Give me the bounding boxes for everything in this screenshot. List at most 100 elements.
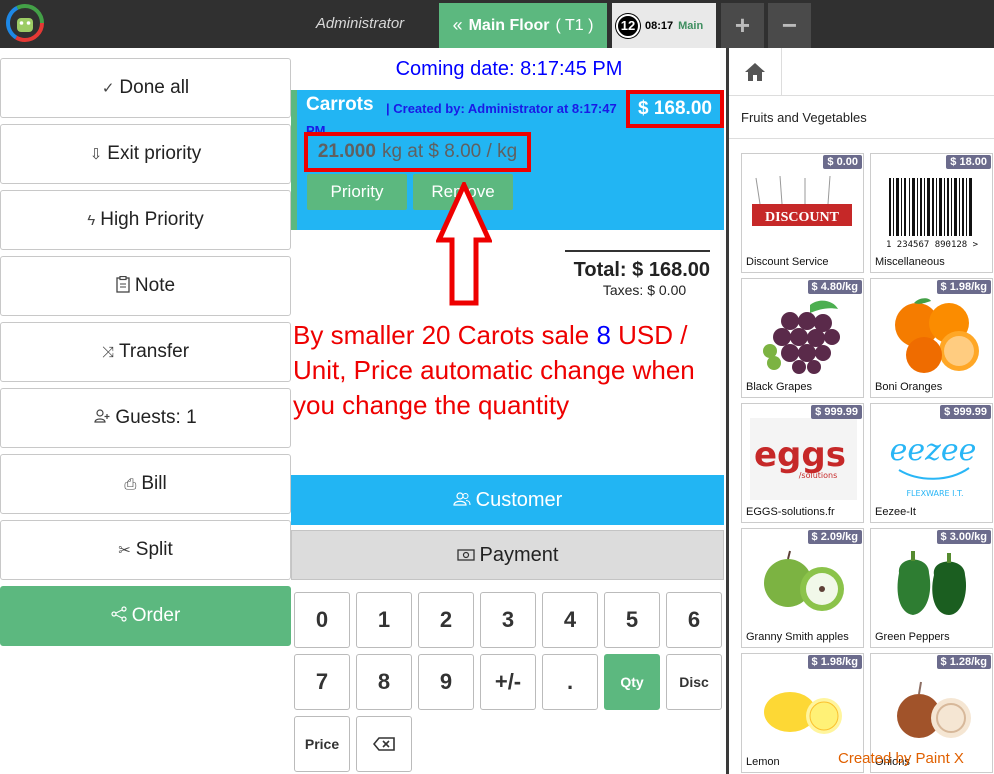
order-tab-label: Main bbox=[678, 19, 704, 32]
done-all-button[interactable]: ✓ Done all bbox=[0, 58, 291, 118]
exit-priority-button[interactable]: ⇩ Exit priority bbox=[0, 124, 291, 184]
printer-icon: ⎙ bbox=[124, 475, 137, 493]
done-all-label: Done all bbox=[119, 77, 190, 98]
eezee-logo-image: eezee FLEXWARE I.T. bbox=[890, 433, 977, 498]
app-logo-icon[interactable] bbox=[6, 4, 44, 42]
product-black-grapes[interactable]: $ 4.80/kg Black Grapes bbox=[741, 278, 864, 398]
home-button[interactable] bbox=[729, 48, 782, 96]
product-name: Lemon bbox=[746, 756, 780, 768]
transfer-button[interactable]: ⤨ Transfer bbox=[0, 322, 291, 382]
key-8[interactable]: 8 bbox=[356, 654, 412, 710]
product-price-tag: $ 999.99 bbox=[811, 405, 862, 419]
guests-label: Guests: 1 bbox=[115, 407, 197, 428]
product-name: Miscellaneous bbox=[875, 256, 945, 268]
product-price-tag: $ 18.00 bbox=[946, 155, 991, 169]
main-floor-tab[interactable]: « Main Floor ( T1 ) bbox=[439, 3, 607, 48]
credit-watermark: Created by Paint X bbox=[838, 750, 964, 767]
order-total: Total: $ 168.00 bbox=[573, 259, 710, 281]
customer-button[interactable]: Customer bbox=[291, 475, 724, 525]
key-1[interactable]: 1 bbox=[356, 592, 412, 648]
key-6[interactable]: 6 bbox=[666, 592, 722, 648]
breadcrumb-line bbox=[782, 95, 994, 96]
product-price-tag: $ 3.00/kg bbox=[936, 530, 991, 544]
product-boni-oranges[interactable]: $ 1.98/kg Boni Oranges bbox=[870, 278, 993, 398]
line-unit-price: kg at $ 8.00 / kg bbox=[381, 141, 518, 162]
key-4[interactable]: 4 bbox=[542, 592, 598, 648]
share-icon bbox=[111, 606, 127, 626]
product-granny-smith-apples[interactable]: $ 2.09/kg Granny Smith apples bbox=[741, 528, 864, 648]
note-button[interactable]: Note bbox=[0, 256, 291, 316]
line-quantity: 21.000 bbox=[317, 141, 376, 162]
floor-label: Main Floor bbox=[468, 16, 550, 34]
annotation-text-before: By smaller 20 Carots sale bbox=[293, 320, 597, 350]
bill-button[interactable]: ⎙ Bill bbox=[0, 454, 291, 514]
key-backspace[interactable] bbox=[356, 716, 412, 772]
product-name: Boni Oranges bbox=[875, 381, 943, 393]
product-miscellaneous[interactable]: 1 234567 890128 > $ 18.00 Miscellaneous bbox=[870, 153, 993, 273]
product-price-tag: $ 4.80/kg bbox=[807, 280, 862, 294]
product-name: Black Grapes bbox=[746, 381, 813, 393]
order-totals: Total: $ 168.00 Taxes: $ 0.00 bbox=[565, 250, 710, 298]
key-qty-mode[interactable]: Qty bbox=[604, 654, 660, 710]
barcode-image: 1 234567 890128 > bbox=[886, 178, 979, 250]
product-name: Eezee-It bbox=[875, 506, 916, 518]
line-quantity-info: 21.000 kg at $ 8.00 / kg bbox=[304, 132, 531, 172]
discount-art-text: DISCOUNT bbox=[765, 210, 840, 225]
product-discount-service[interactable]: DISCOUNT $ 0.00 Discount Service bbox=[741, 153, 864, 273]
backspace-icon bbox=[372, 731, 395, 757]
order-button[interactable]: Order bbox=[0, 586, 291, 646]
eezee-logo-sub: FLEXWARE I.T. bbox=[906, 489, 963, 498]
coming-date: Coming date: 8:17:45 PM bbox=[395, 58, 623, 80]
product-name: Granny Smith apples bbox=[746, 631, 849, 643]
key-decimal[interactable]: . bbox=[542, 654, 598, 710]
order-count-badge: 12 bbox=[616, 13, 640, 38]
annotation-highlight: 8 bbox=[596, 320, 611, 350]
line-product-name: Carrots bbox=[306, 94, 374, 115]
product-name: EGGS-solutions.fr bbox=[746, 506, 835, 518]
transfer-label: Transfer bbox=[118, 341, 190, 362]
add-order-button[interactable]: + bbox=[721, 3, 764, 48]
split-button[interactable]: ✂ Split bbox=[0, 520, 291, 580]
line-price: $ 168.00 bbox=[626, 90, 724, 128]
key-9[interactable]: 9 bbox=[418, 654, 474, 710]
money-icon bbox=[456, 544, 475, 567]
key-3[interactable]: 3 bbox=[480, 592, 536, 648]
order-tab[interactable]: 12 08:17 Main bbox=[612, 3, 716, 48]
customer-label: Customer bbox=[475, 488, 563, 511]
shuffle-icon: ⤨ bbox=[101, 343, 114, 361]
remove-order-button[interactable]: − bbox=[768, 3, 811, 48]
key-price-mode[interactable]: Price bbox=[294, 716, 350, 772]
top-bar: Administrator « Main Floor ( T1 ) 12 08:… bbox=[0, 0, 994, 48]
exit-priority-label: Exit priority bbox=[107, 143, 202, 164]
product-eggs-solutions[interactable]: eggs /solutions $ 999.99 EGGS-solutions.… bbox=[741, 403, 864, 523]
order-label: Order bbox=[131, 605, 181, 626]
product-price-tag: $ 1.98/kg bbox=[936, 280, 991, 294]
user-name[interactable]: Administrator bbox=[300, 15, 420, 32]
apples-image bbox=[764, 550, 844, 611]
annotation-arrow-icon bbox=[436, 182, 492, 306]
order-time: 08:17 bbox=[645, 19, 674, 32]
product-price-tag: $ 1.28/kg bbox=[936, 655, 991, 669]
product-name: Discount Service bbox=[746, 256, 829, 268]
category-title[interactable]: Fruits and Vegetables bbox=[741, 110, 867, 125]
guests-button[interactable]: Guests: 1 bbox=[0, 388, 291, 448]
key-disc-mode[interactable]: Disc bbox=[666, 654, 722, 710]
arrow-down-circle-icon: ⇩ bbox=[89, 146, 103, 163]
payment-button[interactable]: Payment bbox=[291, 530, 724, 580]
eggs-logo-image: eggs /solutions bbox=[750, 418, 857, 500]
key-2[interactable]: 2 bbox=[418, 592, 474, 648]
key-5[interactable]: 5 bbox=[604, 592, 660, 648]
key-7[interactable]: 7 bbox=[294, 654, 350, 710]
key-0[interactable]: 0 bbox=[294, 592, 350, 648]
product-eezee-it[interactable]: eezee FLEXWARE I.T. $ 999.99 Eezee-It bbox=[870, 403, 993, 523]
product-price-tag: $ 1.98/kg bbox=[807, 655, 862, 669]
priority-button[interactable]: Priority bbox=[307, 174, 407, 210]
high-priority-button[interactable]: ϟ High Priority bbox=[0, 190, 291, 250]
eggs-logo-sub: /solutions bbox=[799, 471, 838, 480]
key-plus-minus[interactable]: +/- bbox=[480, 654, 536, 710]
home-icon bbox=[745, 62, 765, 81]
eggs-logo-text: eggs bbox=[754, 435, 846, 475]
order-line-item[interactable]: | Created by: Administrator at 8:17:47 P… bbox=[291, 90, 724, 230]
product-green-peppers[interactable]: $ 3.00/kg Green Peppers bbox=[870, 528, 993, 648]
lemon-image bbox=[764, 692, 842, 734]
